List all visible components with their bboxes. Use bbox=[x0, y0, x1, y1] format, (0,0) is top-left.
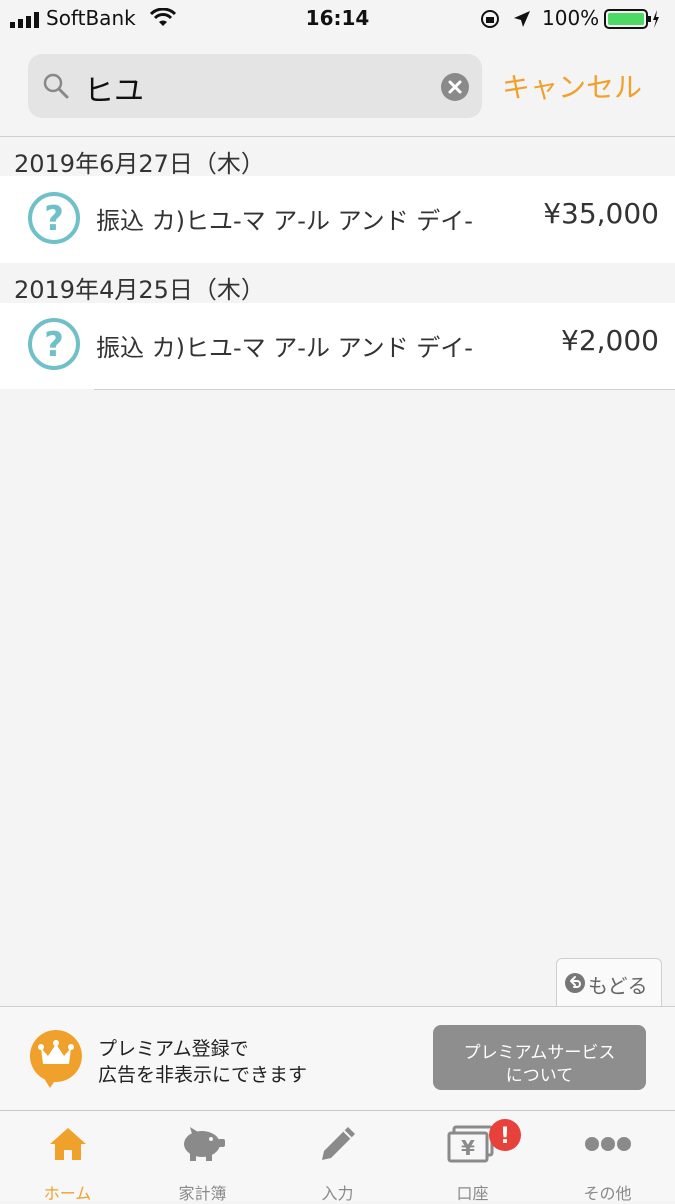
clear-search-icon[interactable] bbox=[440, 72, 470, 102]
question-icon: ? bbox=[28, 192, 80, 244]
ad-text-line1: プレミアム登録で bbox=[98, 1038, 249, 1060]
crown-icon bbox=[29, 1030, 82, 1088]
home-icon bbox=[50, 1128, 86, 1160]
status-bar: SoftBank 16:14 100% bbox=[0, 0, 675, 40]
search-input[interactable]: ヒユ bbox=[84, 66, 144, 110]
question-icon: ? bbox=[28, 318, 80, 370]
svg-text:¥: ¥ bbox=[461, 1136, 475, 1160]
undo-icon bbox=[565, 973, 585, 993]
ad-text-line2: 広告を非表示にできます bbox=[98, 1064, 308, 1086]
alert-badge-icon: ! bbox=[489, 1119, 521, 1151]
tab-label-input: 入力 bbox=[321, 1184, 354, 1203]
battery-icon bbox=[604, 9, 659, 29]
premium-button-label-line1: プレミアムサービス bbox=[463, 1043, 616, 1063]
location-icon bbox=[514, 11, 530, 27]
row-divider bbox=[94, 389, 675, 390]
svg-text:!: ! bbox=[500, 1124, 510, 1149]
rotation-lock-icon bbox=[481, 10, 499, 28]
transaction-title: 振込 カ)ヒユ-マ ア-ル アンド デイ- bbox=[96, 334, 473, 362]
tab-label-home: ホーム bbox=[43, 1184, 92, 1203]
pencil-icon bbox=[322, 1127, 355, 1160]
transaction-title: 振込 カ)ヒユ-マ ア-ル アンド デイ- bbox=[96, 207, 473, 235]
svg-text:?: ? bbox=[44, 199, 64, 239]
premium-button-label-line2: について bbox=[505, 1066, 574, 1086]
svg-text:?: ? bbox=[44, 325, 64, 365]
piggy-bank-icon bbox=[184, 1127, 225, 1161]
tab-label-kakeibo: 家計簿 bbox=[178, 1184, 227, 1203]
transaction-amount: ¥2,000 bbox=[561, 324, 659, 357]
more-icon bbox=[585, 1137, 631, 1151]
divider bbox=[0, 136, 675, 137]
search-icon bbox=[43, 73, 69, 99]
transaction-amount: ¥35,000 bbox=[543, 197, 659, 230]
back-label: もどる bbox=[588, 974, 648, 998]
tab-label-accounts: 口座 bbox=[456, 1184, 489, 1203]
tab-label-more: その他 bbox=[583, 1184, 632, 1203]
battery-percent: 100% bbox=[542, 6, 600, 30]
date-header: 2019年4月25日（木） bbox=[14, 276, 265, 304]
cancel-button[interactable]: キャンセル bbox=[502, 66, 642, 106]
date-header: 2019年6月27日（木） bbox=[14, 150, 265, 178]
